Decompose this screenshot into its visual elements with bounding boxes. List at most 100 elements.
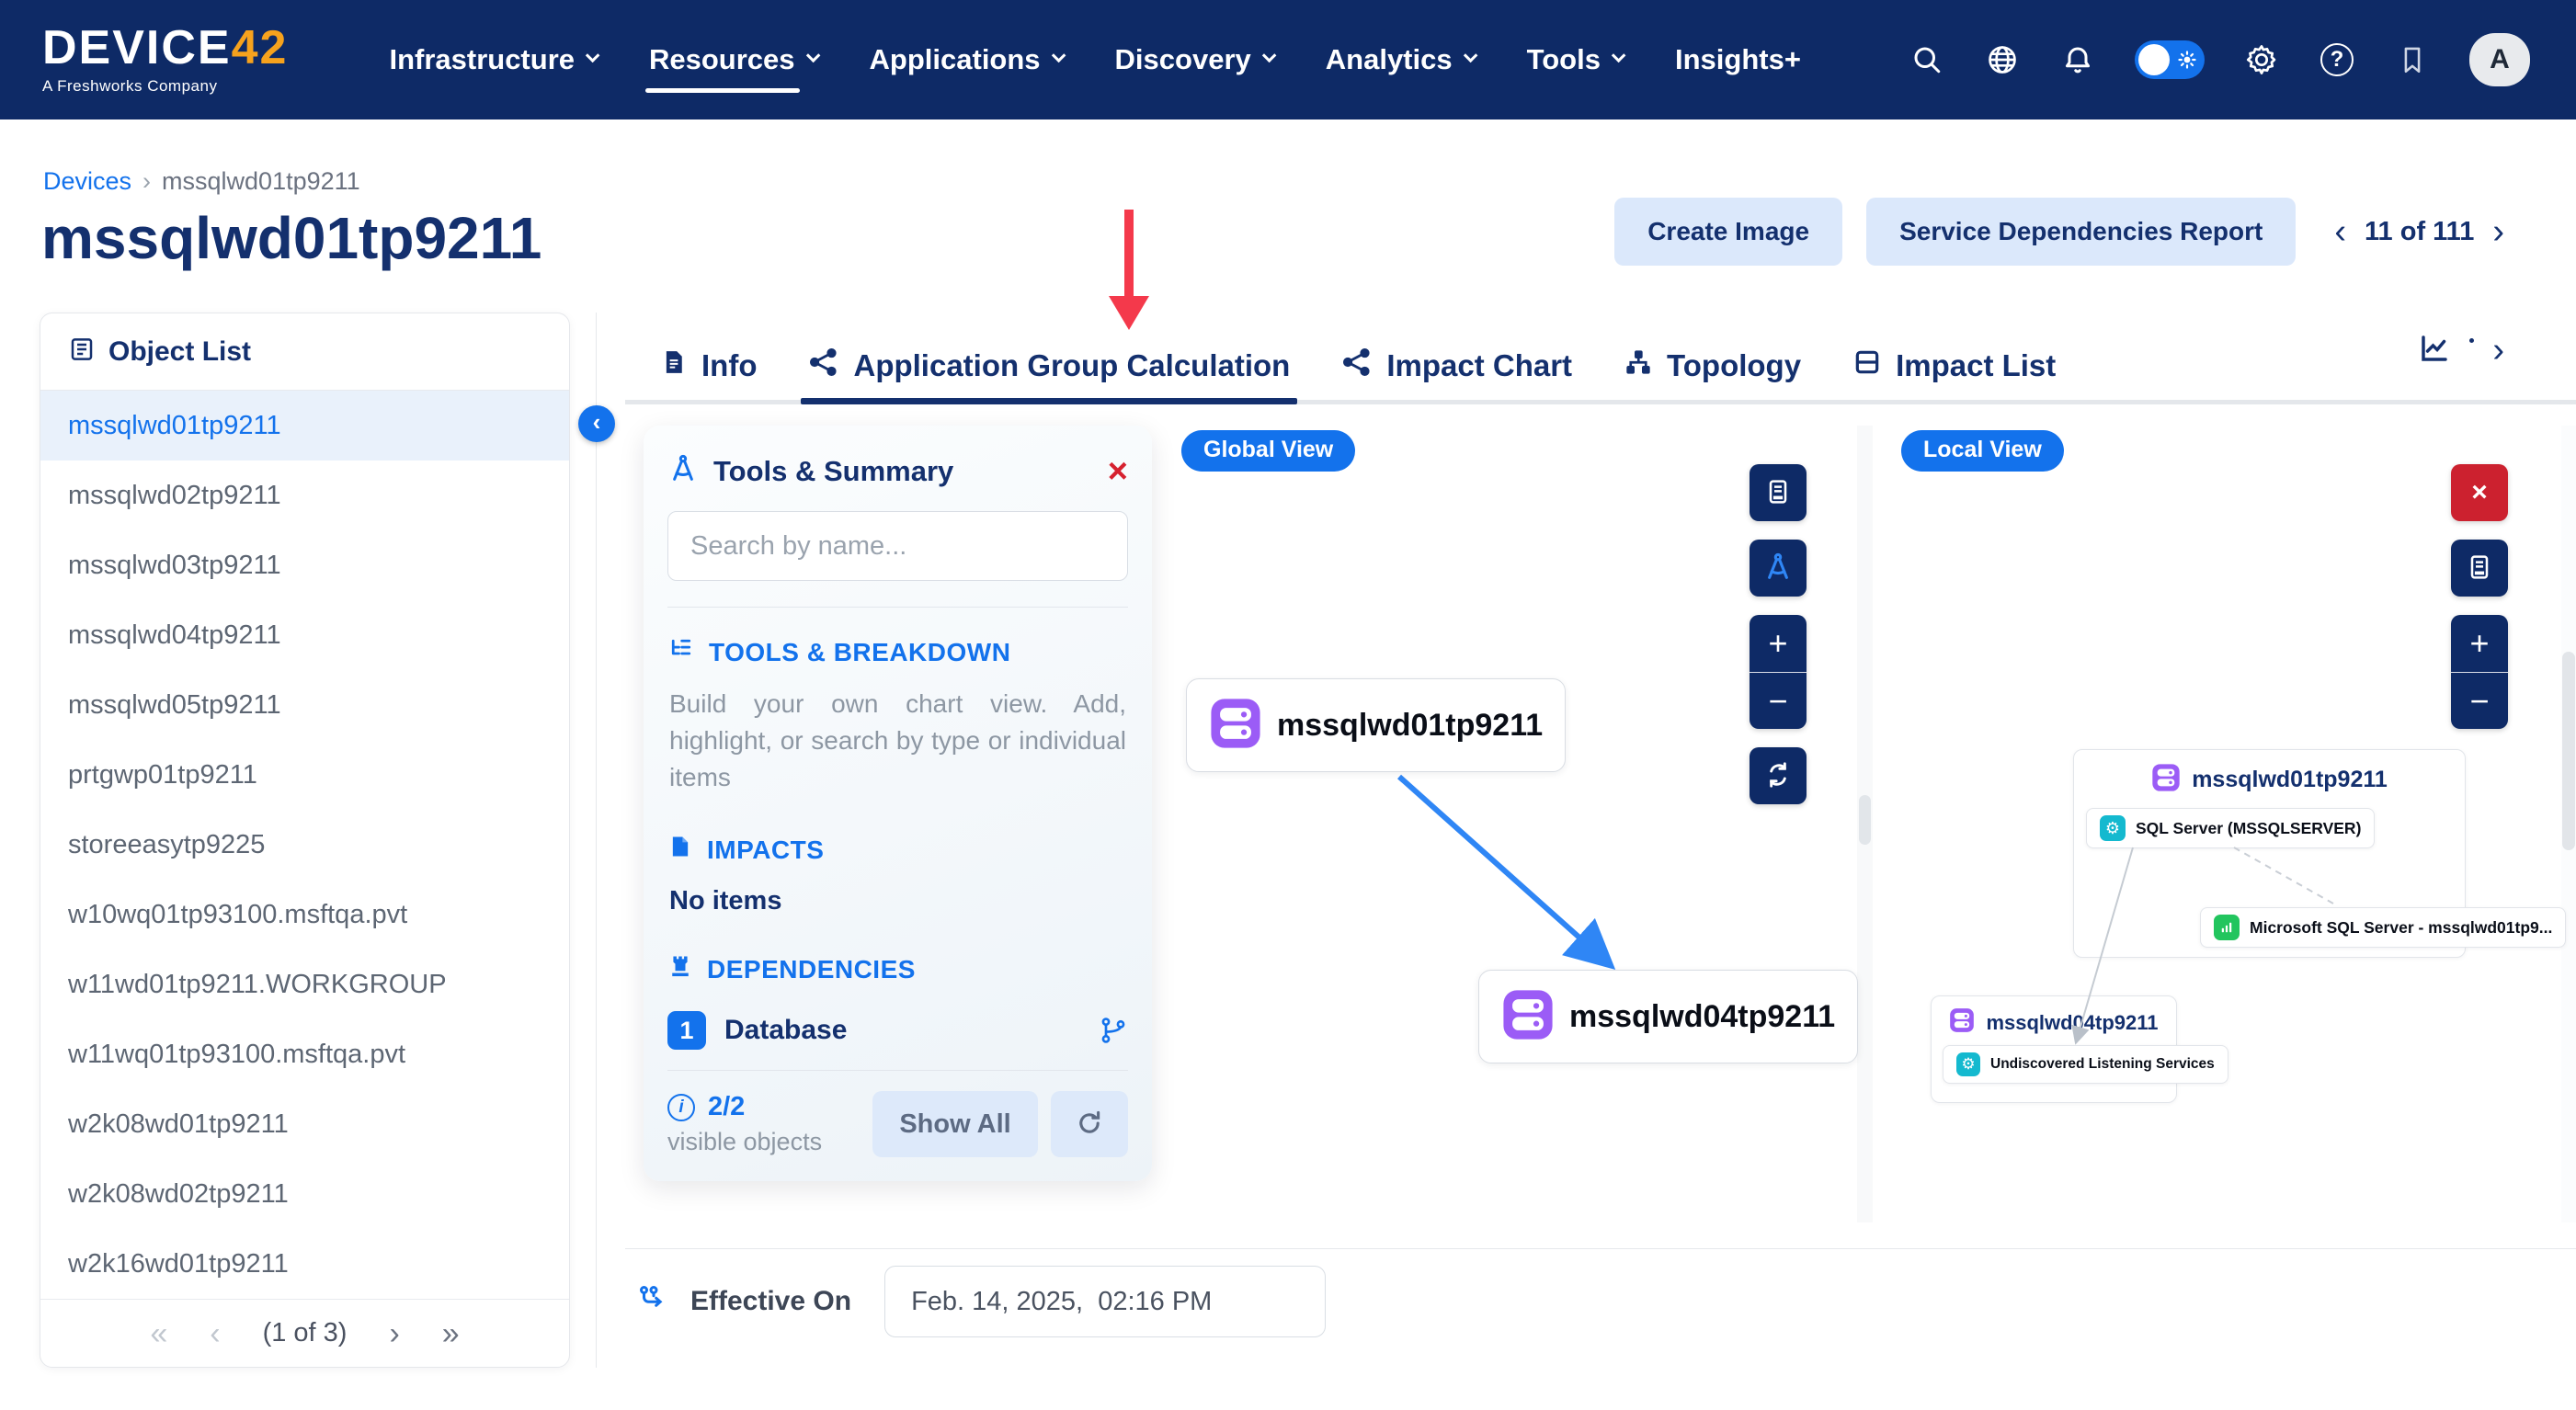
breadcrumb-separator: › bbox=[142, 167, 151, 196]
global-view-badge: Global View bbox=[1181, 430, 1355, 472]
list-item[interactable]: prtgwp01tp9211 bbox=[40, 740, 569, 810]
chevron-down-icon bbox=[1262, 48, 1277, 63]
dependency-row-database[interactable]: 1 Database bbox=[667, 1011, 1128, 1050]
nav-item-resources[interactable]: Resources bbox=[649, 0, 816, 119]
tree-icon bbox=[667, 635, 695, 669]
breadcrumb: Devices › mssqlwd01tp9211 bbox=[43, 167, 360, 196]
zoom-out-button[interactable]: − bbox=[1750, 672, 1807, 729]
effective-on-date-input[interactable] bbox=[884, 1266, 1326, 1337]
tab-topology[interactable]: Topology bbox=[1624, 331, 1801, 400]
pager-next-icon[interactable]: › bbox=[2492, 214, 2504, 249]
list-item[interactable]: mssqlwd04tp9211 bbox=[40, 600, 569, 670]
device-pager: ‹ 11 of 111 › bbox=[2334, 214, 2504, 249]
list-item[interactable]: w2k08wd02tp9211 bbox=[40, 1159, 569, 1229]
local-group-mssqlwd01tp9211[interactable]: mssqlwd01tp9211 ⚙ SQL Server (MSSQLSERVE… bbox=[2073, 749, 2466, 958]
tools-summary-toggle-button[interactable] bbox=[1750, 540, 1807, 597]
device-node-mssqlwd04tp9211[interactable]: mssqlwd04tp9211 bbox=[1478, 970, 1858, 1063]
service-chip-undiscovered-listening-services[interactable]: ⚙ Undiscovered Listening Services bbox=[1943, 1045, 2228, 1084]
zoom-in-button[interactable]: + bbox=[2451, 615, 2508, 672]
close-local-view-button[interactable]: × bbox=[2451, 464, 2508, 521]
nav-item-tools[interactable]: Tools bbox=[1527, 0, 1622, 119]
global-view-toolbar: + − bbox=[1750, 464, 1807, 804]
show-all-button[interactable]: Show All bbox=[872, 1091, 1038, 1157]
search-input[interactable] bbox=[667, 511, 1128, 581]
user-avatar[interactable]: A bbox=[2469, 33, 2530, 86]
global-view-canvas[interactable]: Global View + − mssqlwd01tp9211 mssqlwd0… bbox=[1152, 426, 1857, 1222]
page-scrollbar-thumb[interactable] bbox=[2562, 652, 2575, 850]
search-icon[interactable] bbox=[1909, 41, 1945, 78]
tab-impact-chart[interactable]: Impact Chart bbox=[1341, 331, 1572, 400]
list-item[interactable]: w11wq01tp93100.msftqa.pvt bbox=[40, 1019, 569, 1089]
chevron-down-icon bbox=[1612, 48, 1626, 63]
prev-page-icon[interactable]: ‹ bbox=[210, 1318, 220, 1349]
notes-button[interactable] bbox=[2451, 540, 2508, 597]
list-item[interactable]: storeeasytp9225 bbox=[40, 810, 569, 880]
device-node-mssqlwd01tp9211[interactable]: mssqlwd01tp9211 bbox=[1186, 678, 1566, 772]
tab-info[interactable]: Info bbox=[660, 331, 757, 400]
chevron-down-icon bbox=[1463, 48, 1477, 63]
nav-item-infrastructure[interactable]: Infrastructure bbox=[389, 0, 596, 119]
bell-icon[interactable] bbox=[2059, 41, 2096, 78]
help-icon[interactable]: ? bbox=[2319, 41, 2355, 78]
pager-prev-icon[interactable]: ‹ bbox=[2334, 214, 2346, 249]
tab-application-group-calculation[interactable]: Application Group Calculation bbox=[808, 331, 1290, 400]
service-chip-sql-server[interactable]: ⚙ SQL Server (MSSQLSERVER) bbox=[2086, 808, 2375, 848]
tools-breakdown-section-header[interactable]: TOOLS & BREAKDOWN bbox=[667, 635, 1128, 669]
impacts-section-header[interactable]: IMPACTS bbox=[667, 834, 1128, 866]
tools-panel-header: Tools & Summary × bbox=[667, 453, 1128, 489]
sidebar-collapse-button[interactable]: ‹ bbox=[578, 405, 615, 442]
panel-scrollbar-thumb[interactable] bbox=[1859, 795, 1871, 845]
bookmark-icon[interactable] bbox=[2394, 41, 2431, 78]
close-icon[interactable]: × bbox=[1108, 454, 1128, 489]
next-page-icon[interactable]: › bbox=[389, 1318, 399, 1349]
tabs-scroll-right-icon[interactable]: › bbox=[2492, 331, 2504, 370]
zoom-in-button[interactable]: + bbox=[1750, 615, 1807, 672]
local-group-header[interactable]: mssqlwd01tp9211 bbox=[2074, 763, 2465, 797]
list-item[interactable]: mssqlwd03tp9211 bbox=[40, 530, 569, 600]
nav-item-applications[interactable]: Applications bbox=[870, 0, 1062, 119]
dependencies-section-header[interactable]: DEPENDENCIES bbox=[667, 953, 1128, 985]
server-icon bbox=[1501, 988, 1555, 1046]
device42-logo[interactable]: DEVICE42 A Freshworks Company bbox=[42, 24, 288, 96]
service-dependencies-report-button[interactable]: Service Dependencies Report bbox=[1866, 198, 2296, 266]
list-item[interactable]: mssqlwd05tp9211 bbox=[40, 670, 569, 740]
list-item[interactable]: mssqlwd02tp9211 bbox=[40, 461, 569, 530]
tab-impact-list[interactable]: Impact List bbox=[1852, 331, 2056, 400]
breadcrumb-devices-link[interactable]: Devices bbox=[43, 167, 131, 196]
object-list-icon bbox=[68, 335, 96, 368]
object-list-rows: mssqlwd01tp9211 mssqlwd02tp9211 mssqlwd0… bbox=[40, 391, 569, 1299]
refresh-button[interactable] bbox=[1051, 1091, 1128, 1157]
last-page-icon[interactable]: » bbox=[442, 1318, 460, 1349]
pager-position: 11 of 111 bbox=[2365, 217, 2474, 247]
service-chip-microsoft-sql-server[interactable]: Microsoft SQL Server - mssqlwd01tp9... bbox=[2200, 907, 2566, 948]
list-item[interactable]: w2k16wd01tp9211 bbox=[40, 1229, 569, 1299]
nav-item-insights[interactable]: Insights+ bbox=[1675, 0, 1801, 119]
gear-icon[interactable] bbox=[2243, 41, 2280, 78]
effective-on-label: Effective On bbox=[690, 1286, 851, 1317]
theme-toggle[interactable] bbox=[2135, 40, 2205, 79]
list-item[interactable]: mssqlwd01tp9211 bbox=[40, 391, 569, 461]
document-icon bbox=[660, 347, 688, 384]
nav-item-discovery[interactable]: Discovery bbox=[1115, 0, 1272, 119]
dependency-arrow bbox=[1382, 766, 1630, 986]
tools-panel-title: Tools & Summary bbox=[713, 455, 953, 488]
nav-item-analytics[interactable]: Analytics bbox=[1326, 0, 1474, 119]
gear-icon: ⚙ bbox=[2100, 815, 2126, 841]
impact-doc-icon bbox=[667, 834, 693, 866]
notes-button[interactable] bbox=[1750, 464, 1807, 521]
list-item[interactable]: w11wd01tp9211.WORKGROUP bbox=[40, 949, 569, 1019]
globe-icon[interactable] bbox=[1984, 41, 2021, 78]
trend-chart-icon[interactable] bbox=[2418, 332, 2451, 370]
sync-button[interactable] bbox=[1750, 747, 1807, 804]
branch-icon[interactable] bbox=[1099, 1016, 1128, 1045]
local-group-mssqlwd04tp9211[interactable]: mssqlwd04tp9211 ⚙ Undiscovered Listening… bbox=[1931, 995, 2177, 1103]
create-image-button[interactable]: Create Image bbox=[1614, 198, 1842, 266]
list-item[interactable]: w2k08wd01tp9211 bbox=[40, 1089, 569, 1159]
zoom-out-button[interactable]: − bbox=[2451, 672, 2508, 729]
first-page-icon[interactable]: « bbox=[150, 1318, 167, 1349]
list-item[interactable]: w10wq01tp93100.msftqa.pvt bbox=[40, 880, 569, 949]
local-group-header[interactable]: mssqlwd04tp9211 bbox=[1932, 1007, 2176, 1038]
chevron-down-icon bbox=[586, 48, 600, 63]
gear-icon: ⚙ bbox=[1956, 1052, 1980, 1076]
local-view-canvas[interactable]: Local View × + − mssqlwd01tp9211 ⚙ SQL S… bbox=[1874, 426, 2576, 1222]
